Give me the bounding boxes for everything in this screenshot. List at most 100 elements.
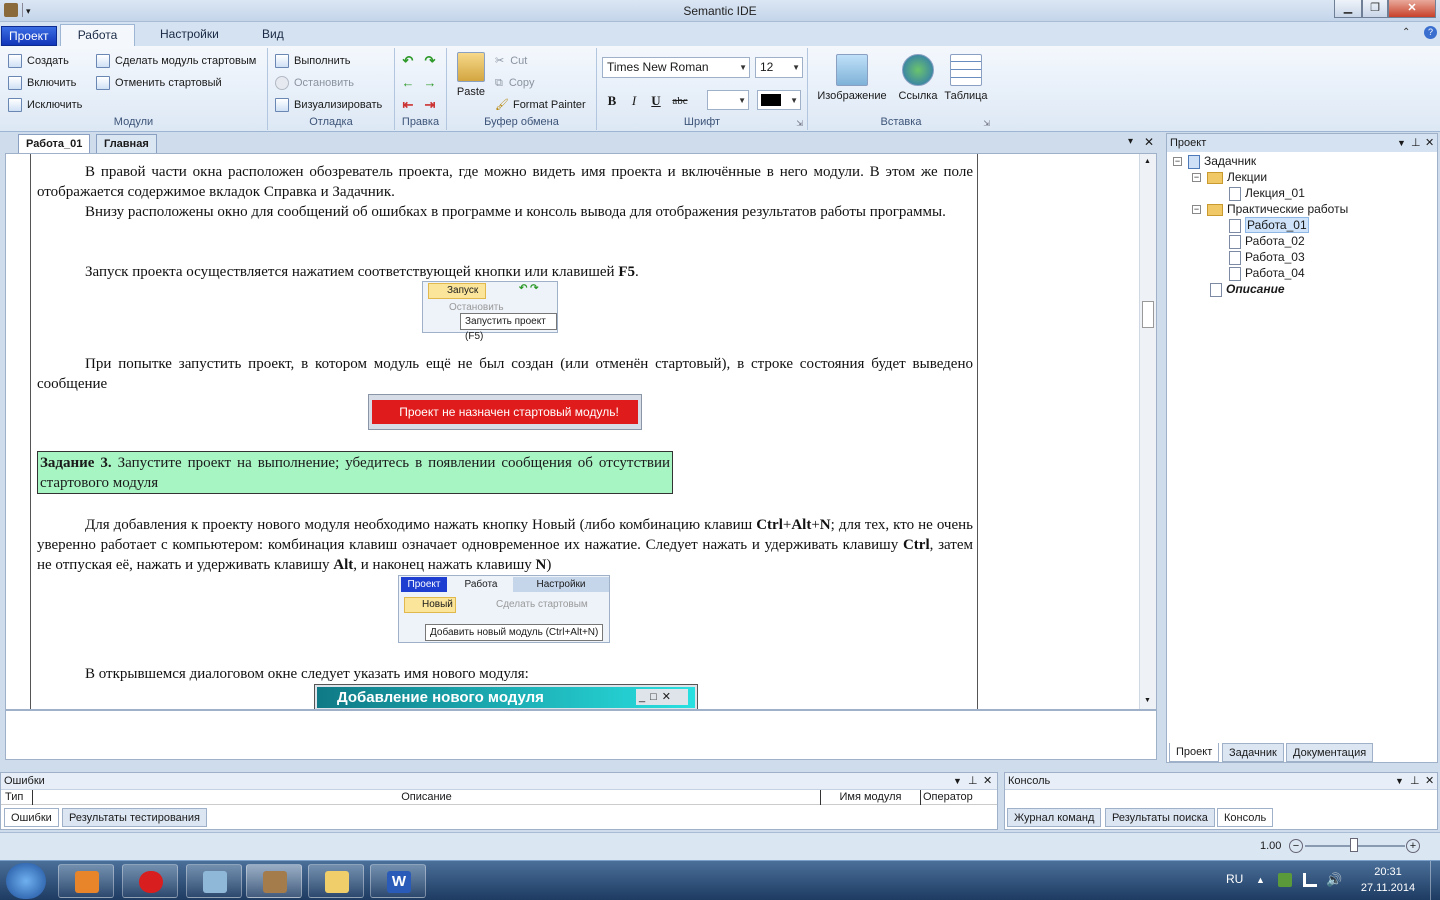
cut-button[interactable]: ✂ Cut bbox=[495, 51, 527, 71]
tree-root[interactable]: − Задачник bbox=[1173, 153, 1256, 169]
exclude-button[interactable]: Исключить bbox=[8, 95, 82, 115]
taskbar-image-viewer[interactable] bbox=[186, 864, 242, 898]
dialog-launcher-icon[interactable]: ⇲ bbox=[983, 119, 990, 128]
scroll-down-icon[interactable]: ▼ bbox=[1144, 697, 1151, 704]
document-editor[interactable]: В правой части окна расположен обозреват… bbox=[5, 153, 1157, 710]
taskbar-opera[interactable] bbox=[122, 864, 178, 898]
pane-menu-icon[interactable]: ▼ bbox=[1395, 773, 1404, 790]
pin-icon[interactable]: ⊥ bbox=[968, 773, 978, 790]
redo-icon[interactable]: ↷ bbox=[423, 54, 437, 68]
tab-console[interactable]: Консоль bbox=[1217, 808, 1274, 827]
close-pane-icon[interactable]: ✕ bbox=[983, 773, 992, 790]
tab-list-icon[interactable]: ▾ bbox=[1128, 136, 1133, 147]
maximize-button[interactable]: ❐ bbox=[1362, 0, 1388, 18]
zoom-in-button[interactable]: + bbox=[1406, 839, 1420, 853]
collapse-icon[interactable]: − bbox=[1173, 157, 1182, 167]
help-icon[interactable]: ? bbox=[1424, 26, 1437, 39]
col-type[interactable]: Тип bbox=[5, 790, 33, 805]
font-family-select[interactable]: Times New Roman ▼ bbox=[602, 57, 750, 78]
col-operator[interactable]: Оператор bbox=[923, 790, 983, 805]
pane-menu-icon[interactable]: ▼ bbox=[1397, 134, 1406, 152]
tab-documentation[interactable]: Документация bbox=[1286, 743, 1374, 762]
ribbon-help-up-icon[interactable]: ⌃ bbox=[1402, 27, 1410, 38]
close-pane-icon[interactable]: ✕ bbox=[1425, 134, 1434, 152]
highlight-color-select[interactable]: ▼ bbox=[707, 90, 749, 110]
col-description[interactable]: Описание bbox=[33, 790, 821, 805]
close-pane-icon[interactable]: ✕ bbox=[1425, 773, 1434, 790]
collapse-icon[interactable]: − bbox=[1192, 173, 1201, 183]
taskbar-semantic-ide[interactable] bbox=[246, 864, 302, 898]
font-color-select[interactable]: ▼ bbox=[757, 90, 801, 110]
strikethrough-button[interactable]: abc bbox=[669, 92, 691, 110]
pane-menu-icon[interactable]: ▼ bbox=[953, 773, 962, 790]
tab-taskbook[interactable]: Задачник bbox=[1222, 743, 1284, 762]
bold-button[interactable]: B bbox=[603, 92, 621, 110]
move-right-icon[interactable]: → bbox=[423, 76, 437, 90]
tree-item-lecture01[interactable]: Лекция_01 bbox=[1229, 185, 1305, 201]
volume-icon[interactable]: 🔊 bbox=[1326, 872, 1342, 888]
tab-settings[interactable]: Настройки bbox=[150, 24, 229, 46]
editor-vertical-scrollbar[interactable]: ▲ ▼ bbox=[1139, 154, 1156, 709]
taskbar-explorer[interactable] bbox=[308, 864, 364, 898]
taskbar-media-player[interactable] bbox=[58, 864, 114, 898]
minimize-button[interactable]: ▁ bbox=[1334, 0, 1362, 18]
make-start-button[interactable]: Сделать модуль стартовым bbox=[96, 51, 256, 71]
tab-command-log[interactable]: Журнал команд bbox=[1007, 808, 1102, 827]
create-button[interactable]: Создать bbox=[8, 51, 69, 71]
clock-date[interactable]: 27.11.2014 bbox=[1356, 882, 1420, 894]
doc-tab-work01[interactable]: Работа_01 bbox=[18, 134, 91, 153]
pin-icon[interactable]: ⊥ bbox=[1411, 134, 1421, 152]
scroll-thumb[interactable] bbox=[1142, 301, 1154, 328]
tab-project-explorer[interactable]: Проект bbox=[1169, 743, 1220, 762]
close-doc-icon[interactable]: ✕ bbox=[1144, 135, 1154, 149]
italic-button[interactable]: I bbox=[625, 92, 643, 110]
scroll-up-icon[interactable]: ▲ bbox=[1144, 158, 1151, 165]
tree-item-work02[interactable]: Работа_02 bbox=[1229, 233, 1305, 249]
show-desktop-button[interactable] bbox=[1430, 861, 1440, 900]
tree-item-description[interactable]: Описание bbox=[1210, 281, 1285, 297]
tree-item-work01[interactable]: Работа_01 bbox=[1229, 217, 1309, 233]
collapse-icon[interactable]: − bbox=[1192, 205, 1201, 215]
insert-table-button[interactable]: Таблица bbox=[942, 54, 990, 102]
clock-time[interactable]: 20:31 bbox=[1360, 866, 1416, 878]
tray-expand-icon[interactable]: ▲ bbox=[1256, 875, 1265, 885]
tab-work[interactable]: Работа bbox=[60, 24, 135, 46]
visualize-button[interactable]: Визуализировать bbox=[275, 95, 382, 115]
insert-image-button[interactable]: Изображение bbox=[814, 54, 890, 102]
move-left-icon[interactable]: ← bbox=[401, 76, 415, 90]
tree-folder-lectures[interactable]: − Лекции bbox=[1192, 169, 1267, 185]
include-button[interactable]: Включить bbox=[8, 73, 76, 93]
underline-button[interactable]: U bbox=[647, 92, 665, 110]
dialog-launcher-icon[interactable]: ⇲ bbox=[796, 119, 803, 128]
tab-test-results[interactable]: Результаты тестирования bbox=[62, 808, 207, 827]
tab-project[interactable]: Проект bbox=[1, 26, 57, 46]
tab-errors[interactable]: Ошибки bbox=[4, 808, 59, 827]
tab-view[interactable]: Вид bbox=[252, 24, 294, 46]
tray-app-icon[interactable] bbox=[1278, 873, 1292, 887]
tab-search-results[interactable]: Результаты поиска bbox=[1105, 808, 1215, 827]
run-button[interactable]: Выполнить bbox=[275, 51, 350, 71]
col-module[interactable]: Имя модуля bbox=[821, 790, 921, 805]
pin-icon[interactable]: ⊥ bbox=[1410, 773, 1420, 790]
font-size-select[interactable]: 12 ▼ bbox=[755, 57, 803, 78]
close-button[interactable]: ✕ bbox=[1388, 0, 1436, 18]
language-indicator[interactable]: RU bbox=[1226, 872, 1243, 886]
tree-item-work03[interactable]: Работа_03 bbox=[1229, 249, 1305, 265]
insert-link-button[interactable]: Ссылка bbox=[896, 54, 940, 102]
indent-right-icon[interactable]: ⇥ bbox=[423, 98, 437, 112]
network-icon[interactable] bbox=[1303, 873, 1317, 887]
cancel-start-button[interactable]: Отменить стартовый bbox=[96, 73, 222, 93]
zoom-out-button[interactable]: − bbox=[1289, 839, 1303, 853]
stop-button[interactable]: Остановить bbox=[275, 73, 354, 93]
indent-left-icon[interactable]: ⇤ bbox=[401, 98, 415, 112]
copy-button[interactable]: ⧉ Copy bbox=[495, 73, 535, 93]
undo-icon[interactable]: ↶ bbox=[401, 54, 415, 68]
taskbar-word[interactable]: W bbox=[370, 864, 426, 898]
doc-tab-main[interactable]: Главная bbox=[96, 134, 157, 153]
start-button[interactable] bbox=[6, 863, 46, 899]
zoom-slider-thumb[interactable] bbox=[1350, 838, 1358, 852]
tree-item-work04[interactable]: Работа_04 bbox=[1229, 265, 1305, 281]
tree-folder-practice[interactable]: − Практические работы bbox=[1192, 201, 1348, 217]
format-painter-button[interactable]: 🖌 Format Painter bbox=[495, 95, 586, 115]
paste-button[interactable]: Paste bbox=[453, 52, 489, 98]
